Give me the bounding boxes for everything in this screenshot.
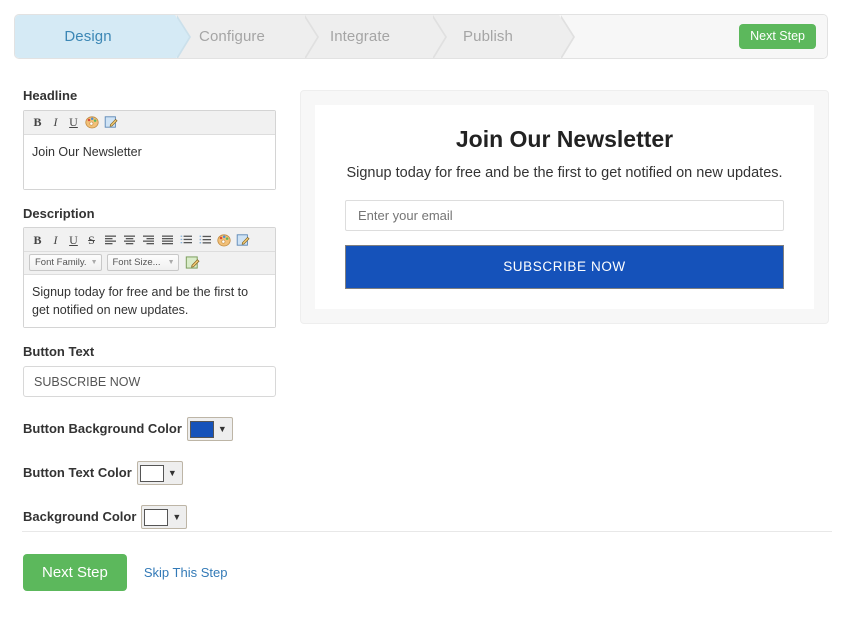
skip-this-step-link[interactable]: Skip This Step — [144, 565, 228, 580]
italic-icon[interactable]: I — [47, 231, 64, 248]
font-family-select[interactable]: Font Family. ▼ — [29, 254, 102, 272]
font-size-select-label: Font Size... — [112, 257, 161, 269]
next-step-top-button[interactable]: Next Step — [739, 23, 816, 50]
wizard-step-integrate[interactable]: Integrate — [303, 15, 447, 58]
description-editor-body[interactable]: Signup today for free and be the first t… — [24, 275, 275, 328]
headline-label: Headline — [23, 88, 78, 103]
button-text-color-label: Button Text Color — [23, 465, 132, 481]
align-left-icon[interactable] — [101, 231, 119, 248]
background-color-swatch — [144, 508, 169, 526]
wizard-step-publish-label: Publish — [463, 28, 513, 45]
wizard-step-configure-label: Configure — [199, 28, 265, 45]
description-label: Description — [23, 205, 95, 221]
source-edit-icon[interactable] — [102, 114, 120, 131]
preview-subscribe-button[interactable]: SUBSCRIBE NOW — [345, 244, 784, 289]
chevron-down-icon: ▼ — [172, 511, 182, 522]
chevron-down-icon: ▼ — [90, 259, 98, 267]
button-text-color-picker[interactable]: ▼ — [136, 461, 183, 486]
headline-editor[interactable]: B I U Join Our Newsletter — [23, 109, 276, 190]
footer-divider — [22, 531, 832, 532]
button-text-color-row: Button Text Color ▼ — [23, 461, 276, 486]
button-background-color-label: Button Background Color — [23, 421, 182, 437]
wizard-tail: Next Step — [559, 15, 827, 58]
strikethrough-icon[interactable]: S — [83, 231, 100, 248]
preview-email-input[interactable] — [345, 199, 784, 231]
wizard-step-publish[interactable]: Publish — [431, 15, 575, 58]
wizard-step-configure[interactable]: Configure — [175, 15, 319, 58]
button-background-color-swatch — [189, 420, 214, 438]
background-color-picker[interactable]: ▼ — [141, 505, 188, 530]
preview-card: Join Our Newsletter Signup today for fre… — [315, 105, 814, 309]
design-form-column: Headline B I U Join Our Newsletter Descr… — [23, 88, 276, 530]
italic-icon[interactable]: I — [47, 114, 64, 131]
button-text-input[interactable] — [23, 366, 276, 398]
wizard-step-bar: Design Configure Integrate Publish Next … — [14, 14, 828, 59]
wizard-step-design[interactable]: Design — [15, 15, 191, 58]
source-edit-icon[interactable] — [234, 231, 252, 248]
wizard-step-integrate-label: Integrate — [329, 28, 391, 45]
headline-editor-body[interactable]: Join Our Newsletter — [24, 134, 275, 189]
ordered-list-icon[interactable] — [177, 231, 195, 248]
underline-icon[interactable]: U — [65, 231, 82, 248]
unordered-list-icon[interactable] — [196, 231, 214, 248]
form-preview-panel: Join Our Newsletter Signup today for fre… — [300, 90, 829, 324]
chevron-down-icon: ▼ — [167, 467, 177, 478]
align-justify-icon[interactable] — [158, 231, 176, 248]
background-color-label: Background Color — [23, 509, 137, 525]
preview-description: Signup today for free and be the first t… — [346, 164, 783, 181]
description-editor-toolbar-row1: B I U S — [24, 228, 275, 253]
bold-icon[interactable]: B — [29, 114, 46, 131]
footer-actions: Next Step Skip This Step — [23, 554, 227, 591]
font-family-select-label: Font Family. — [35, 257, 87, 269]
preview-headline: Join Our Newsletter — [455, 126, 674, 152]
chevron-down-icon: ▼ — [217, 423, 227, 434]
color-palette-icon[interactable] — [215, 231, 233, 248]
align-center-icon[interactable] — [120, 231, 138, 248]
button-text-color-swatch — [139, 464, 164, 482]
bold-icon[interactable]: B — [29, 231, 46, 248]
description-editor[interactable]: B I U S Font Family. ▼ Font Size... ▼ Si… — [23, 227, 276, 329]
background-color-row: Background Color ▼ — [23, 505, 276, 530]
wizard-step-design-label: Design — [64, 28, 112, 45]
underline-icon[interactable]: U — [65, 114, 82, 131]
design-step-page: Design Configure Integrate Publish Next … — [0, 0, 857, 630]
font-size-select[interactable]: Font Size... ▼ — [106, 254, 179, 272]
headline-editor-toolbar: B I U — [24, 110, 275, 135]
button-text-label: Button Text — [23, 344, 95, 360]
next-step-button[interactable]: Next Step — [23, 554, 127, 591]
button-background-color-row: Button Background Color ▼ — [23, 417, 276, 442]
description-editor-toolbar-row2: Font Family. ▼ Font Size... ▼ — [24, 252, 275, 276]
align-right-icon[interactable] — [139, 231, 157, 248]
source-edit-icon[interactable] — [184, 254, 202, 271]
color-palette-icon[interactable] — [83, 114, 101, 131]
chevron-down-icon: ▼ — [167, 259, 175, 267]
button-background-color-picker[interactable]: ▼ — [186, 417, 233, 442]
